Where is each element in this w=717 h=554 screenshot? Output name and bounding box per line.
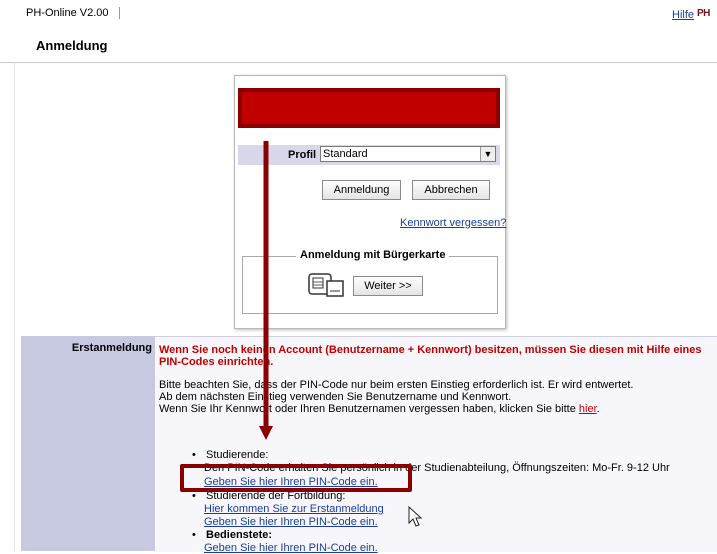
forgot-note: Wenn Sie Ihr Kennwort oder Ihren Benutze… <box>159 403 715 415</box>
account-warning: Wenn Sie noch keinen Account (Benutzerna… <box>159 344 702 368</box>
section-students-title: Studierende: <box>206 449 269 461</box>
profile-select-value: Standard <box>323 148 368 160</box>
next-login-note: Ab dem nächsten Einstieg verwenden Sie B… <box>159 391 512 403</box>
left-divider <box>14 62 15 551</box>
chevron-down-icon[interactable]: ▼ <box>480 147 495 161</box>
login-button[interactable]: Anmeldung <box>322 180 401 200</box>
first-login-label: Erstanmeldung <box>71 342 152 354</box>
bullet-icon: • <box>192 449 196 461</box>
profile-select[interactable]: Standard ▼ <box>320 146 496 162</box>
top-bar: PH-Online V2.00 Anmeldung Hilfe PH <box>0 0 717 63</box>
profile-label: Profil <box>288 149 317 161</box>
info-side-column <box>21 336 155 551</box>
mouse-cursor-icon <box>408 506 423 527</box>
page-title: Anmeldung <box>36 38 108 53</box>
training-pin-link[interactable]: Geben Sie hier Ihren PIN-Code ein. <box>204 516 378 528</box>
pin-note: Bitte beachten Sie, dass der PIN-Code nu… <box>159 379 634 391</box>
forgot-note-text: Wenn Sie Ihr Kennwort oder Ihren Benutze… <box>159 403 576 415</box>
citizen-card-legend: Anmeldung mit Bürgerkarte <box>296 249 450 261</box>
annotation-highlight-box <box>180 464 412 492</box>
next-button[interactable]: Weiter >> <box>353 276 423 296</box>
smartcard-icon <box>308 273 344 297</box>
staff-pin-link[interactable]: Geben Sie hier Ihren PIN-Code ein. <box>204 542 378 554</box>
forgot-note-end: . <box>596 403 600 415</box>
logo: PH <box>697 8 710 19</box>
training-first-login-link[interactable]: Hier kommen Sie zur Erstanmeldung <box>204 503 384 515</box>
forgot-password-link[interactable]: Kennwort vergessen? <box>400 217 506 229</box>
redacted-banner <box>238 88 500 128</box>
help-link[interactable]: Hilfe <box>672 9 694 21</box>
app-title: PH-Online V2.00 <box>26 7 120 19</box>
bullet-icon: • <box>192 529 196 541</box>
cancel-button[interactable]: Abbrechen <box>412 180 490 200</box>
section-staff-title: Bedienstete: <box>206 529 273 541</box>
forgot-here-link[interactable]: hier <box>579 403 597 415</box>
